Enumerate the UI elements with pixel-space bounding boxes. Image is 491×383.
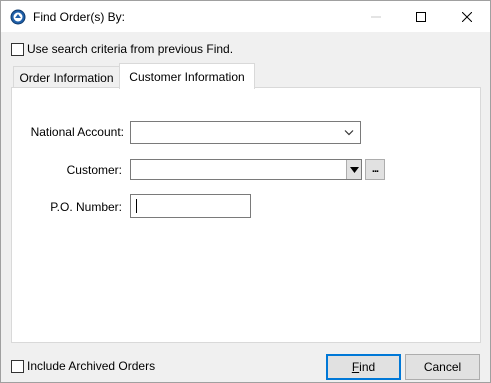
po-number-input[interactable]: [130, 194, 251, 218]
national-account-dropdown[interactable]: [130, 121, 361, 144]
include-archived-label: Include Archived Orders: [27, 359, 156, 373]
customer-label: Customer:: [66, 163, 122, 177]
use-previous-criteria-label: Use search criteria from previous Find.: [27, 42, 234, 56]
close-icon: [461, 11, 472, 22]
minimize-icon: [370, 16, 381, 17]
include-archived-checkbox[interactable]: [11, 360, 24, 373]
maximize-button[interactable]: [398, 1, 443, 32]
find-orders-dialog: Find Order(s) By: Use search criteria fr…: [0, 0, 491, 383]
app-icon: [10, 9, 26, 25]
customer-dropdown-arrow[interactable]: [346, 160, 361, 179]
triangle-down-icon: [349, 166, 359, 173]
find-access-key: F: [351, 360, 360, 374]
tab-customer-information[interactable]: Customer Information: [119, 63, 255, 89]
cancel-button[interactable]: Cancel: [405, 354, 480, 380]
close-button[interactable]: [444, 1, 489, 32]
title-bar: Find Order(s) By:: [1, 1, 490, 32]
window-title: Find Order(s) By:: [33, 10, 126, 24]
text-caret: [136, 199, 137, 213]
customer-dropdown[interactable]: [130, 159, 362, 180]
find-label: ind: [359, 360, 376, 374]
chevron-down-icon: [344, 130, 354, 136]
maximize-icon: [415, 11, 426, 22]
find-button[interactable]: Find: [326, 354, 401, 380]
use-previous-criteria-checkbox[interactable]: [11, 43, 24, 56]
customer-lookup-button[interactable]: ...: [365, 159, 385, 180]
po-number-label: P.O. Number:: [50, 200, 122, 214]
national-account-label: National Account:: [30, 125, 124, 139]
minimize-button[interactable]: [353, 1, 398, 32]
tab-order-information[interactable]: Order Information: [13, 66, 120, 88]
